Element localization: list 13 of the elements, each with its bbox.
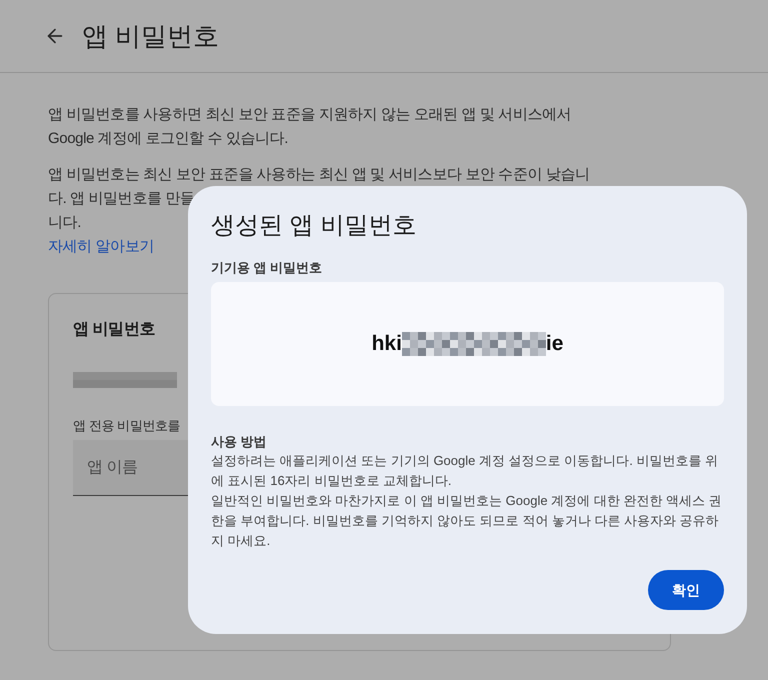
warning-text: 니다. xyxy=(48,213,81,233)
page-title: 앱 비밀번호 xyxy=(82,20,220,52)
field-label: 앱 전용 비밀번호를 xyxy=(73,417,180,435)
password-text: ie xyxy=(546,330,564,357)
learn-more-link[interactable]: 자세히 알아보기 xyxy=(48,235,154,259)
password-text: hki xyxy=(372,330,402,357)
intro-text: Google 계정에 로그인할 수 있습니다. xyxy=(48,129,290,149)
card-title: 앱 비밀번호 xyxy=(73,320,156,340)
intro-text: 앱 비밀번호를 사용하면 최신 보안 표준을 지원하지 않는 오래된 앱 및 서비스에서 xyxy=(48,105,572,125)
dialog-title: 생성된 앱 비밀번호 xyxy=(211,211,416,241)
confirm-button[interactable]: 확인 xyxy=(648,570,724,610)
warning-text: 앱 비밀번호는 최신 보안 표준을 사용하는 최신 앱 및 서비스보다 보안 수준이 낮습니 xyxy=(48,165,590,185)
password-label: 기기용 앱 비밀번호 xyxy=(211,259,322,277)
